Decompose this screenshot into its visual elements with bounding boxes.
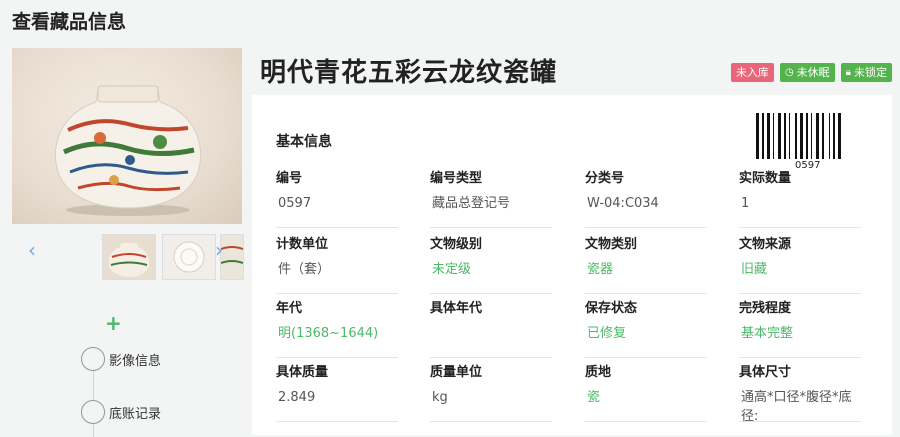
page-title: 查看藏品信息 <box>12 11 127 33</box>
info-field: 计数单位件（套） <box>276 233 398 294</box>
jar-image <box>54 85 202 216</box>
field-label: 质量单位 <box>430 365 483 380</box>
info-field: 编号 0597 <box>276 167 398 228</box>
timeline-node-icon <box>81 400 105 424</box>
plus-icon[interactable]: + <box>105 311 122 335</box>
badge-label: 未入库 <box>735 66 769 79</box>
info-field: 文物级别 未定级 <box>430 233 552 294</box>
field-label: 实际数量 <box>739 171 792 186</box>
field-label: 分类号 <box>585 171 625 186</box>
timeline-node-icon <box>81 347 105 371</box>
field-label: 计数单位 <box>276 237 329 252</box>
field-value: 2.849 <box>278 390 316 405</box>
field-label: 编号 <box>276 171 303 186</box>
field-value: 件（套） <box>278 262 331 277</box>
info-field: 分类号 W-04:C034 <box>585 167 707 228</box>
section-title: 基本信息 <box>276 134 332 150</box>
field-value: 瓷 <box>587 390 601 405</box>
info-field: 具体年代 <box>430 297 552 358</box>
info-field: 实际数量 1 <box>739 167 861 228</box>
clock-icon: ◷ <box>784 67 794 78</box>
field-value: 1 <box>741 196 750 211</box>
field-label: 文物类别 <box>585 237 638 252</box>
status-badges: 未入库 ◷ 未休眠 🔒︎ 未锁定 <box>730 63 892 82</box>
status-badge-not-dormant: ◷ 未休眠 <box>779 63 835 82</box>
lock-icon: 🔒︎ <box>845 67 851 78</box>
timeline-item-label: 影像信息 <box>109 353 162 369</box>
info-field: 文物来源 旧藏 <box>739 233 861 294</box>
basic-info-card: 基本信息 0597 编号 0597 编号类型 藏品总登记号 分类号 W-04:C034 实际… <box>252 95 892 435</box>
field-label: 质地 <box>585 365 612 380</box>
timeline-item-image-info[interactable]: 影像信息 <box>81 346 161 372</box>
chevron-right-icon[interactable]: › <box>215 238 223 262</box>
main-photo[interactable] <box>12 48 242 224</box>
info-field: 年代明(1368~1644) <box>276 297 398 358</box>
info-field: 具体质量 2.849 <box>276 361 398 422</box>
badge-label: 未锁定 <box>854 66 887 79</box>
field-label: 文物来源 <box>739 237 792 252</box>
field-label: 具体年代 <box>430 301 483 316</box>
field-value: 通高*口径*腹径*底径: <box>741 390 852 424</box>
field-label: 编号类型 <box>430 171 483 186</box>
info-field: 编号类型藏品总登记号 <box>430 167 552 228</box>
object-title: 明代青花五彩云龙纹瓷罐 <box>260 58 558 88</box>
info-field: 具体尺寸通高*口径*腹径*底径: <box>739 361 861 424</box>
chevron-left-icon[interactable]: ‹ <box>28 238 36 262</box>
field-value: 藏品总登记号 <box>432 196 511 211</box>
field-label: 具体尺寸 <box>739 365 792 380</box>
jar-bottom-thumb-icon <box>163 235 215 279</box>
timeline-item-ledger-record[interactable]: 底账记录 <box>81 399 161 425</box>
jar-thumb-icon <box>103 235 155 279</box>
field-value: W-04:C034 <box>587 196 659 211</box>
barcode-image <box>756 113 841 159</box>
timeline-item-label: 底账记录 <box>109 406 162 422</box>
field-label: 完残程度 <box>739 301 792 316</box>
status-badge-not-locked: 🔒︎ 未锁定 <box>840 63 892 82</box>
field-value: 0597 <box>278 196 312 211</box>
info-field: 质地瓷 <box>585 361 707 422</box>
field-value: 基本完整 <box>741 326 794 341</box>
info-field: 完残程度 基本完整 <box>739 297 861 358</box>
thumbnail-jar-bottom[interactable] <box>162 234 216 280</box>
field-value: 明(1368~1644) <box>278 326 379 341</box>
field-value: 未定级 <box>432 262 472 277</box>
field-value: 瓷器 <box>587 262 614 277</box>
jar-detail-thumb-icon <box>221 235 243 279</box>
field-label: 年代 <box>276 301 303 316</box>
info-field: 文物类别 瓷器 <box>585 233 707 294</box>
field-value: 旧藏 <box>741 262 768 277</box>
status-badge-not-stored: 未入库 <box>730 63 774 82</box>
thumbnail-jar-front[interactable] <box>102 234 156 280</box>
info-field: 保存状态 已修复 <box>585 297 707 358</box>
field-label: 保存状态 <box>585 301 638 316</box>
field-value: kg <box>432 390 448 405</box>
field-value: 已修复 <box>587 326 627 341</box>
thumbnail-strip: ‹ › <box>12 230 244 280</box>
field-label: 文物级别 <box>430 237 483 252</box>
badge-label: 未休眠 <box>796 66 830 79</box>
field-label: 具体质量 <box>276 365 329 380</box>
thumbnail-jar-detail[interactable] <box>220 234 244 280</box>
info-field: 质量单位 kg <box>430 361 552 422</box>
